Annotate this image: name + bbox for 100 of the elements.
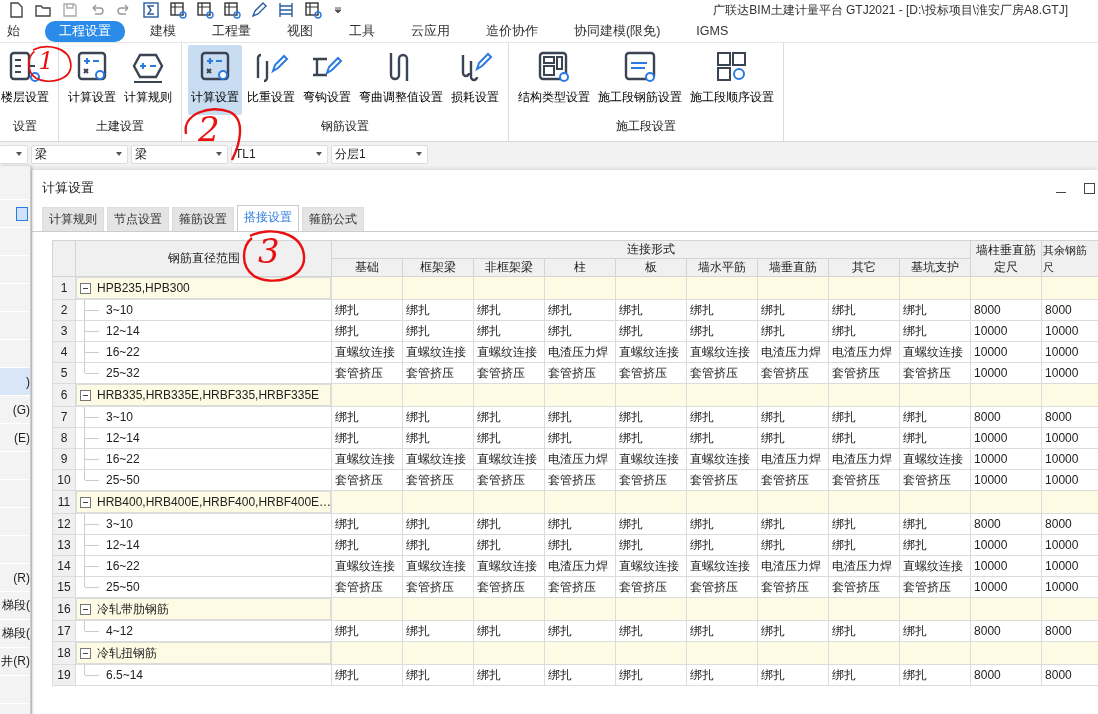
tab[interactable]: 搭接设置 xyxy=(237,205,299,231)
ribbon-button[interactable]: 计算设置 xyxy=(188,45,242,115)
sidebar-item[interactable]: (G) xyxy=(0,396,30,424)
header-cell: 连接形式 xyxy=(331,240,971,259)
row-number: 16 xyxy=(52,597,76,621)
table-cell: 绑扎 xyxy=(331,320,403,342)
table-cell: 8000 xyxy=(970,406,1042,428)
table-cell: 绑扎 xyxy=(544,534,616,556)
table-cell: 绑扎 xyxy=(331,513,403,535)
table-cell: 电渣压力焊 xyxy=(757,341,829,363)
table-cell: 10000 xyxy=(970,362,1042,384)
dialog-title: 计算设置 xyxy=(42,179,95,197)
table-cell: 绑扎 xyxy=(331,620,403,642)
ribbon-button[interactable]: 结构类型设置 xyxy=(515,45,593,113)
table-cell: 电渣压力焊 xyxy=(828,555,900,577)
table-cell: 套管挤压 xyxy=(473,576,545,598)
table-cell: 绑扎 xyxy=(757,427,829,449)
dropdown[interactable]: 梁 xyxy=(31,144,128,164)
table-cell: 绑扎 xyxy=(331,664,403,686)
table-cell: 套管挤压 xyxy=(757,469,829,491)
table-cell: 套管挤压 xyxy=(615,362,687,384)
table-cell: 绑扎 xyxy=(686,534,758,556)
group-cell: HPB235,HPB300 xyxy=(76,277,331,299)
menu-tab[interactable]: 视图 xyxy=(276,20,324,42)
range-cell: 6.5~14 xyxy=(75,664,332,686)
table-cell: 绑扎 xyxy=(828,620,900,642)
table-cell: 绑扎 xyxy=(899,427,971,449)
ribbon-group-label: 设置 xyxy=(13,118,37,135)
table-cell: 直螺纹连接 xyxy=(899,448,971,470)
table-cell: 直螺纹连接 xyxy=(331,448,403,470)
ribbon-button[interactable]: 比重设置 xyxy=(244,45,298,113)
sidebar-item[interactable]: (R) xyxy=(0,564,30,592)
range-cell: 3~10 xyxy=(75,406,332,428)
table-cell: 绑扎 xyxy=(615,299,687,321)
menu-tab[interactable]: 造价协作 xyxy=(475,20,549,42)
ribbon-button[interactable]: 损耗设置 xyxy=(448,45,502,113)
table-cell: 绑扎 xyxy=(828,427,900,449)
table-cell: 绑扎 xyxy=(899,513,971,535)
dropdown[interactable]: TL1 xyxy=(231,144,328,164)
group-cell: HRB335,HRB335E,HRBF335,HRBF335E xyxy=(76,384,331,406)
table-cell: 绑扎 xyxy=(402,513,474,535)
sidebar-item[interactable]: 梯段( xyxy=(0,592,30,620)
table-cell: 套管挤压 xyxy=(544,576,616,598)
ribbon-button[interactable]: 施工段钢筋设置 xyxy=(595,45,685,113)
menu-tab[interactable]: 云应用 xyxy=(400,20,461,42)
table-cell: 10000 xyxy=(970,448,1042,470)
ribbon-button[interactable]: 弯曲调整值设置 xyxy=(356,45,446,113)
table-cell: 8000 xyxy=(970,513,1042,535)
dropdown[interactable]: 梁 xyxy=(131,144,228,164)
annotation-number: 3 xyxy=(258,234,280,268)
ribbon-button[interactable]: 计算设置 xyxy=(65,45,119,113)
table-cell: 绑扎 xyxy=(331,299,403,321)
menu-tab[interactable]: 工程量 xyxy=(201,20,262,42)
table-cell: 绑扎 xyxy=(402,620,474,642)
row-number: 10 xyxy=(52,469,76,491)
row-number: 11 xyxy=(52,490,76,514)
menu-tab[interactable]: 工具 xyxy=(338,20,386,42)
menu-tab[interactable]: IGMS xyxy=(685,22,740,40)
menu-tab[interactable]: 始 xyxy=(0,20,31,42)
table-cell: 套管挤压 xyxy=(686,362,758,384)
table-cell: 绑扎 xyxy=(544,320,616,342)
table-cell: 直螺纹连接 xyxy=(473,341,545,363)
table-cell: 套管挤压 xyxy=(473,469,545,491)
menu-tab[interactable]: 建模 xyxy=(139,20,187,42)
table-cell: 绑扎 xyxy=(757,534,829,556)
row-number: 1 xyxy=(52,276,76,300)
table-cell: 电渣压力焊 xyxy=(828,341,900,363)
table-cell: 套管挤压 xyxy=(473,362,545,384)
menu-tab[interactable]: 协同建模(限免) xyxy=(563,20,672,42)
header-cell: 墙柱垂直筋 定尺 xyxy=(970,240,1042,277)
ribbon-button[interactable]: 施工段顺序设置 xyxy=(687,45,777,113)
sidebar-item[interactable]: (E) xyxy=(0,424,30,452)
table-cell: 绑扎 xyxy=(828,299,900,321)
tab[interactable]: 箍筋设置 xyxy=(172,207,234,231)
table-cell: 套管挤压 xyxy=(331,362,403,384)
annotation-number: 1 xyxy=(38,48,54,73)
row-number: 12 xyxy=(52,513,76,535)
ribbon-button[interactable]: 计算规则 xyxy=(121,45,175,113)
range-cell: 4~12 xyxy=(75,620,332,642)
table-cell: 套管挤压 xyxy=(615,469,687,491)
tab[interactable]: 计算规则 xyxy=(42,207,104,231)
table-cell: 套管挤压 xyxy=(899,469,971,491)
tab[interactable]: 节点设置 xyxy=(107,207,169,231)
row-number: 4 xyxy=(52,341,76,363)
sidebar-item[interactable]: ) xyxy=(0,368,30,396)
dropdown[interactable]: 分层1 xyxy=(331,144,428,164)
table-cell: 10000 xyxy=(970,320,1042,342)
sidebar-item[interactable]: 井(R) xyxy=(0,648,30,676)
range-cell: 12~14 xyxy=(75,534,332,556)
table-cell: 10000 xyxy=(970,469,1042,491)
table-cell: 绑扎 xyxy=(331,534,403,556)
table-cell: 绑扎 xyxy=(757,320,829,342)
table-cell: 直螺纹连接 xyxy=(473,448,545,470)
table-cell: 绑扎 xyxy=(544,406,616,428)
ribbon-button[interactable]: 弯钩设置 xyxy=(300,45,354,113)
tab[interactable]: 箍筋公式 xyxy=(302,207,364,231)
sidebar-item[interactable]: 梯段( xyxy=(0,620,30,648)
range-cell: 12~14 xyxy=(75,427,332,449)
table-cell: 绑扎 xyxy=(757,406,829,428)
table-cell: 绑扎 xyxy=(828,664,900,686)
